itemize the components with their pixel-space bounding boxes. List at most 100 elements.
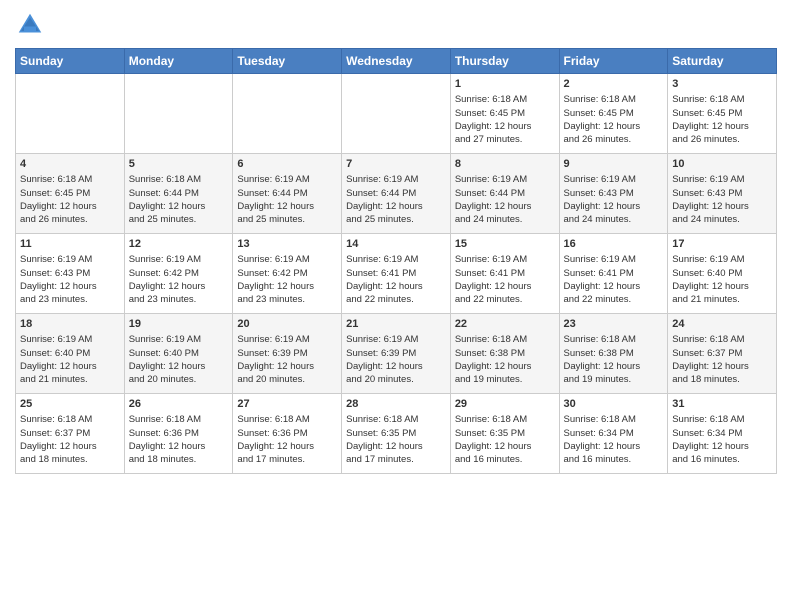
calendar-cell: 28Sunrise: 6:18 AMSunset: 6:35 PMDayligh… [342,394,451,474]
day-info: Daylight: 12 hours [672,200,772,213]
day-number: 29 [455,397,555,412]
day-info: and 24 minutes. [455,213,555,226]
day-info: Sunrise: 6:19 AM [455,253,555,266]
day-info: Sunrise: 6:19 AM [346,333,446,346]
day-info: Sunset: 6:40 PM [129,347,229,360]
day-info: Sunrise: 6:18 AM [564,333,664,346]
day-info: Sunrise: 6:18 AM [129,413,229,426]
day-number: 4 [20,157,120,172]
day-info: and 25 minutes. [129,213,229,226]
day-number: 16 [564,237,664,252]
day-info: Sunset: 6:40 PM [20,347,120,360]
day-number: 9 [564,157,664,172]
calendar-cell: 17Sunrise: 6:19 AMSunset: 6:40 PMDayligh… [668,234,777,314]
day-info: Sunrise: 6:18 AM [237,413,337,426]
day-number: 24 [672,317,772,332]
day-info: Sunrise: 6:19 AM [237,253,337,266]
day-info: Sunrise: 6:18 AM [455,93,555,106]
day-number: 27 [237,397,337,412]
day-info: Sunset: 6:45 PM [564,107,664,120]
day-info: Sunrise: 6:18 AM [672,93,772,106]
day-info: and 20 minutes. [346,373,446,386]
day-info: Daylight: 12 hours [346,360,446,373]
day-info: and 23 minutes. [237,293,337,306]
day-info: Daylight: 12 hours [237,440,337,453]
day-number: 5 [129,157,229,172]
day-info: and 21 minutes. [672,293,772,306]
day-info: and 23 minutes. [129,293,229,306]
day-info: Daylight: 12 hours [20,200,120,213]
day-info: Daylight: 12 hours [564,280,664,293]
calendar-cell: 11Sunrise: 6:19 AMSunset: 6:43 PMDayligh… [16,234,125,314]
day-number: 12 [129,237,229,252]
day-number: 25 [20,397,120,412]
day-info: and 22 minutes. [564,293,664,306]
day-info: and 20 minutes. [129,373,229,386]
day-info: and 16 minutes. [564,453,664,466]
calendar-cell: 13Sunrise: 6:19 AMSunset: 6:42 PMDayligh… [233,234,342,314]
day-info: and 24 minutes. [564,213,664,226]
day-number: 15 [455,237,555,252]
day-header-thursday: Thursday [450,49,559,74]
day-info: Sunset: 6:39 PM [237,347,337,360]
calendar-cell: 6Sunrise: 6:19 AMSunset: 6:44 PMDaylight… [233,154,342,234]
calendar-week-5: 25Sunrise: 6:18 AMSunset: 6:37 PMDayligh… [16,394,777,474]
day-info: Daylight: 12 hours [346,200,446,213]
day-info: Sunrise: 6:19 AM [455,173,555,186]
day-header-tuesday: Tuesday [233,49,342,74]
calendar-cell: 18Sunrise: 6:19 AMSunset: 6:40 PMDayligh… [16,314,125,394]
day-number: 2 [564,77,664,92]
calendar-cell: 29Sunrise: 6:18 AMSunset: 6:35 PMDayligh… [450,394,559,474]
day-info: Sunrise: 6:18 AM [672,333,772,346]
calendar-cell [16,74,125,154]
day-info: Sunset: 6:44 PM [129,187,229,200]
day-header-sunday: Sunday [16,49,125,74]
day-info: Sunrise: 6:18 AM [346,413,446,426]
day-number: 30 [564,397,664,412]
day-info: Daylight: 12 hours [20,440,120,453]
day-info: Sunset: 6:44 PM [346,187,446,200]
day-info: Daylight: 12 hours [455,120,555,133]
day-info: Sunrise: 6:18 AM [455,413,555,426]
day-info: Sunrise: 6:19 AM [129,333,229,346]
day-number: 28 [346,397,446,412]
day-info: Sunrise: 6:18 AM [672,413,772,426]
day-info: Daylight: 12 hours [346,440,446,453]
day-info: Daylight: 12 hours [237,280,337,293]
calendar-cell: 7Sunrise: 6:19 AMSunset: 6:44 PMDaylight… [342,154,451,234]
logo [15,10,49,40]
calendar-cell: 23Sunrise: 6:18 AMSunset: 6:38 PMDayligh… [559,314,668,394]
day-info: and 26 minutes. [564,133,664,146]
day-info: Sunrise: 6:18 AM [20,413,120,426]
calendar-cell [233,74,342,154]
day-info: Sunrise: 6:19 AM [346,173,446,186]
day-number: 6 [237,157,337,172]
logo-icon [15,10,45,40]
calendar-cell: 14Sunrise: 6:19 AMSunset: 6:41 PMDayligh… [342,234,451,314]
day-number: 11 [20,237,120,252]
day-info: Sunset: 6:37 PM [672,347,772,360]
calendar-cell: 26Sunrise: 6:18 AMSunset: 6:36 PMDayligh… [124,394,233,474]
day-info: Sunset: 6:45 PM [20,187,120,200]
calendar-cell: 2Sunrise: 6:18 AMSunset: 6:45 PMDaylight… [559,74,668,154]
calendar-cell: 1Sunrise: 6:18 AMSunset: 6:45 PMDaylight… [450,74,559,154]
day-info: Daylight: 12 hours [564,120,664,133]
day-number: 10 [672,157,772,172]
main-container: SundayMondayTuesdayWednesdayThursdayFrid… [0,0,792,484]
day-info: Sunrise: 6:18 AM [564,413,664,426]
day-info: Sunset: 6:41 PM [346,267,446,280]
day-info: and 25 minutes. [237,213,337,226]
day-info: Sunset: 6:45 PM [455,107,555,120]
day-number: 22 [455,317,555,332]
calendar-cell: 15Sunrise: 6:19 AMSunset: 6:41 PMDayligh… [450,234,559,314]
day-header-saturday: Saturday [668,49,777,74]
day-info: Daylight: 12 hours [455,280,555,293]
day-info: and 27 minutes. [455,133,555,146]
calendar-week-1: 1Sunrise: 6:18 AMSunset: 6:45 PMDaylight… [16,74,777,154]
day-info: Daylight: 12 hours [20,360,120,373]
calendar-week-4: 18Sunrise: 6:19 AMSunset: 6:40 PMDayligh… [16,314,777,394]
day-info: Daylight: 12 hours [237,360,337,373]
day-info: Sunset: 6:45 PM [672,107,772,120]
day-info: Sunrise: 6:19 AM [129,253,229,266]
day-number: 8 [455,157,555,172]
